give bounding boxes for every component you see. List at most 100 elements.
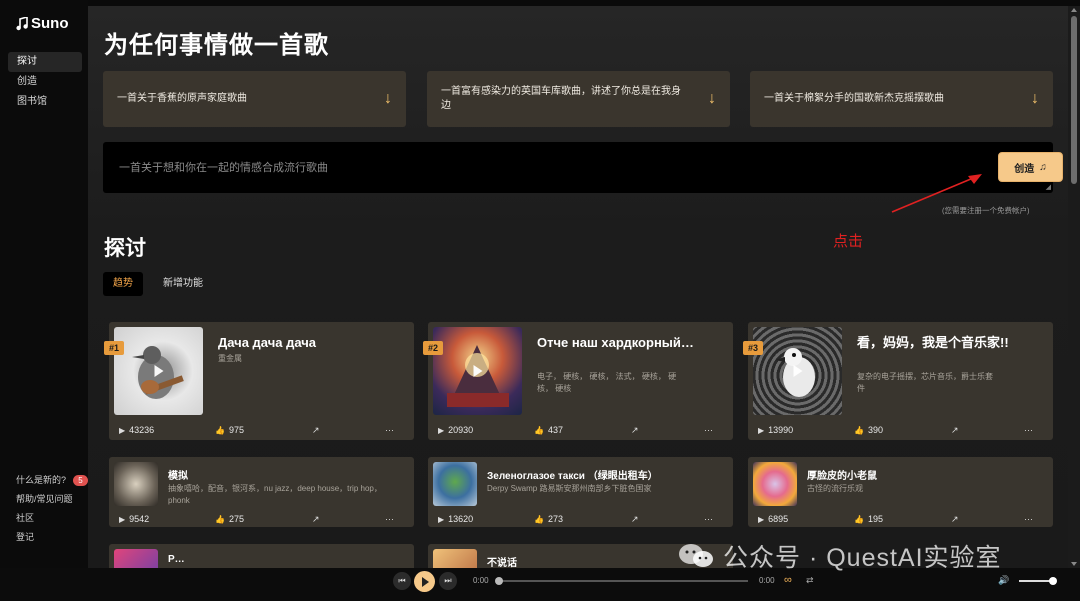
song-card[interactable]: 模拟 抽象嘻哈，配音，银河系，nu jazz，deep house，trip h… [109, 457, 414, 527]
song-card[interactable]: #3 看，妈妈，我是个音乐家!! 复杂的电子摇摆，芯片音乐，爵士乐套件 ▶ 139… [743, 322, 1053, 440]
progress-knob[interactable] [495, 577, 503, 585]
song-cover[interactable] [433, 549, 477, 568]
volume-knob[interactable] [1049, 577, 1057, 585]
song-title[interactable]: 模拟 [168, 467, 403, 482]
notification-badge: 5 [73, 475, 88, 486]
more-icon[interactable]: ··· [704, 514, 713, 524]
volume-icon[interactable]: 🔊 [998, 575, 1009, 586]
play-button[interactable] [414, 571, 435, 592]
song-card[interactable]: Р… [109, 544, 414, 568]
like-count[interactable]: 👍 437 [534, 425, 563, 435]
play-count[interactable]: ▶ 13990 [758, 425, 793, 435]
play-icon: ▶ [438, 425, 445, 435]
song-cover[interactable] [433, 327, 522, 415]
sidebar-item-signup[interactable]: 登记 [16, 528, 88, 547]
song-title[interactable]: Зеленоглазое такси （绿眼出租车） [487, 467, 722, 482]
more-icon[interactable]: ··· [704, 425, 713, 435]
song-cover[interactable] [753, 462, 797, 506]
play-count[interactable]: ▶ 6895 [758, 514, 788, 524]
song-genre: 古怪的流行乐观 [807, 484, 863, 493]
more-icon[interactable]: ··· [1024, 514, 1033, 524]
suggestion-card[interactable]: 一首富有感染力的英国车库歌曲，讲述了你总是在我身边 ↓ [427, 71, 730, 127]
scrollbar-thumb[interactable] [1071, 16, 1077, 184]
scroll-up-icon[interactable] [1071, 8, 1077, 12]
play-overlay-icon[interactable] [154, 365, 163, 377]
song-title[interactable]: 厚脸皮的小老鼠 [807, 467, 1042, 482]
sidebar-item-library[interactable]: 图书馆 [8, 92, 82, 112]
main-content: 为任何事情做一首歌 一首关于香蕉的原声家庭歌曲 ↓ 一首富有感染力的英国车库歌曲… [88, 6, 1068, 568]
thumbs-up-icon: 👍 [534, 425, 544, 435]
suggestion-card[interactable]: 一首关于香蕉的原声家庭歌曲 ↓ [103, 71, 406, 127]
like-count[interactable]: 👍 390 [854, 425, 883, 435]
next-track-icon[interactable]: ⏭ [439, 572, 457, 590]
like-count[interactable]: 👍 273 [534, 514, 563, 524]
arrow-down-icon[interactable]: ↓ [384, 91, 392, 107]
suggestion-card[interactable]: 一首关于棉絮分手的国歌新杰克摇摆歌曲 ↓ [750, 71, 1053, 127]
play-count[interactable]: ▶ 20930 [438, 425, 473, 435]
play-count[interactable]: ▶ 43236 [119, 425, 154, 435]
page-scrollbar[interactable] [1068, 6, 1080, 568]
play-count[interactable]: ▶ 13620 [438, 514, 473, 524]
resize-handle-icon[interactable]: ◢ [1046, 183, 1051, 191]
play-overlay-icon[interactable] [473, 365, 482, 377]
song-cover[interactable] [114, 549, 158, 568]
music-note-icon: ♫ [1039, 161, 1047, 173]
share-icon[interactable]: ↗ [631, 514, 639, 525]
sidebar-item-community[interactable]: 社区 [16, 509, 88, 528]
play-icon [422, 576, 429, 587]
song-title[interactable]: Дача дача дача [218, 333, 398, 353]
song-cover[interactable] [753, 327, 842, 415]
tab-new-features[interactable]: 新增功能 [153, 272, 213, 296]
song-cover[interactable] [433, 462, 477, 506]
like-count[interactable]: 👍 195 [854, 514, 883, 524]
song-title[interactable]: Отче наш хардкорный… [537, 333, 717, 353]
play-icon: ▶ [438, 514, 445, 524]
scroll-down-icon[interactable] [1071, 562, 1077, 566]
wechat-icon [677, 542, 715, 570]
song-title[interactable]: 看，妈妈，我是个音乐家!! [857, 333, 1037, 353]
sidebar-item-whats-new[interactable]: 什么是新的? 5 [16, 471, 88, 490]
watermark-text: 公众号 · QuestAI实验室 [723, 544, 1002, 572]
sidebar-item-create[interactable]: 创造 [8, 72, 82, 92]
explore-tabs: 趋势 新增功能 [103, 272, 213, 296]
arrow-down-icon[interactable]: ↓ [1031, 91, 1039, 107]
repeat-icon[interactable]: ⇄ [806, 575, 814, 586]
song-card[interactable]: #1 Дача дача дача 重金属 ▶ 43236 👍 975 ↗ ··· [104, 322, 414, 440]
more-icon[interactable]: ··· [1024, 425, 1033, 435]
play-icon: ▶ [119, 514, 126, 524]
like-count[interactable]: 👍 275 [215, 514, 244, 524]
share-icon[interactable]: ↗ [631, 425, 639, 436]
song-cover[interactable] [114, 327, 203, 415]
share-icon[interactable]: ↗ [312, 425, 320, 436]
song-genre: Derpy Swamp 路易斯安那州南部乡下脏色国家 [487, 484, 652, 493]
sidebar-item-help[interactable]: 帮助/常见问题 [16, 490, 88, 509]
play-overlay-icon[interactable] [793, 365, 802, 377]
sidebar-item-explore[interactable]: 探讨 [8, 52, 82, 72]
song-prompt-input[interactable] [119, 142, 899, 193]
previous-track-icon[interactable]: ⏮ [393, 572, 411, 590]
suggestion-text: 一首富有感染力的英国车库歌曲，讲述了你总是在我身边 [441, 86, 681, 111]
more-icon[interactable]: ··· [385, 514, 394, 524]
play-icon: ▶ [758, 514, 765, 524]
more-icon[interactable]: ··· [385, 425, 394, 435]
song-genre: 复杂的电子摇摆，芯片音乐，爵士乐套件 [857, 372, 993, 393]
song-card[interactable]: 厚脸皮的小老鼠 古怪的流行乐观 ▶ 6895 👍 195 ↗ ··· [748, 457, 1053, 527]
share-icon[interactable]: ↗ [312, 514, 320, 525]
progress-slider[interactable] [495, 577, 748, 585]
like-count[interactable]: 👍 975 [215, 425, 244, 435]
create-button[interactable]: 创造 ♫ [998, 152, 1063, 182]
song-cover[interactable] [114, 462, 158, 506]
loop-icon[interactable]: ∞ [784, 574, 792, 586]
song-card[interactable]: Зеленоглазое такси （绿眼出租车） Derpy Swamp 路… [428, 457, 733, 527]
share-icon[interactable]: ↗ [951, 425, 959, 436]
sidebar-nav: 探讨 创造 图书馆 [8, 52, 82, 112]
suno-logo[interactable]: Suno [16, 15, 69, 32]
share-icon[interactable]: ↗ [951, 514, 959, 525]
song-card[interactable]: #2 Отче наш хардкорный… 电子， 硬核， 硬核， 法式， … [423, 322, 733, 440]
volume-slider[interactable] [1019, 577, 1057, 585]
rank-badge: #2 [423, 341, 444, 355]
tab-trending[interactable]: 趋势 [103, 272, 143, 296]
arrow-down-icon[interactable]: ↓ [708, 91, 716, 107]
song-title[interactable]: Р… [168, 554, 403, 565]
play-count[interactable]: ▶ 9542 [119, 514, 149, 524]
